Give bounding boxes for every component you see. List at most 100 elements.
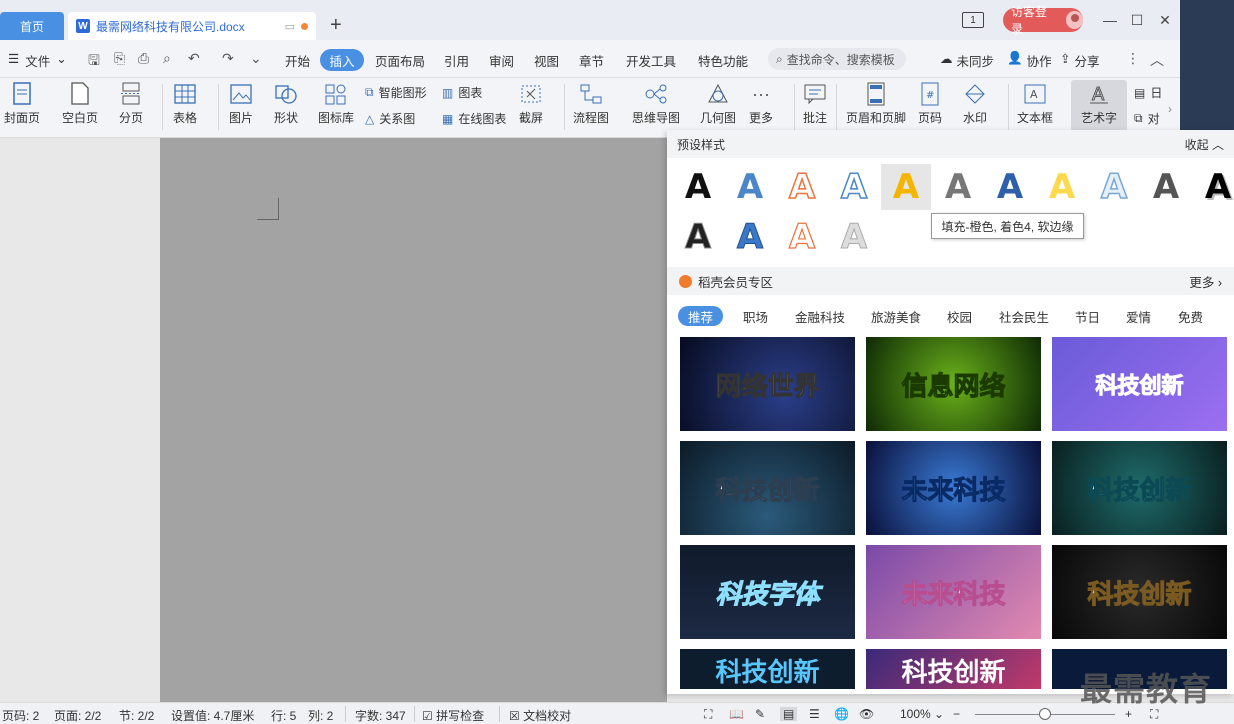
eye-protection-icon[interactable]: 👁	[859, 707, 874, 721]
geometry-button[interactable]: 几何图	[700, 82, 736, 126]
header-footer-button[interactable]: 页眉和页脚	[846, 82, 906, 126]
minimize-icon[interactable]: —	[1100, 10, 1120, 30]
category-recommend[interactable]: 推荐	[678, 306, 724, 326]
read-mode-icon[interactable]: 📖	[729, 707, 744, 721]
tab-insert[interactable]: 插入	[320, 49, 364, 71]
date-button[interactable]: ▤ 日	[1134, 84, 1162, 101]
category-society[interactable]: 社会民生	[999, 306, 1049, 326]
more-options-icon[interactable]: ⋮	[1126, 50, 1140, 67]
wordart-template-thumb[interactable]: 信息网络	[866, 337, 1041, 431]
wordart-style[interactable]: A	[1037, 164, 1087, 210]
status-column[interactable]: 列: 2	[308, 707, 333, 724]
wordart-style[interactable]: A	[985, 164, 1035, 210]
chart-button[interactable]: ▥ 图表	[442, 84, 482, 101]
wordart-style[interactable]: A	[725, 164, 775, 210]
wordart-template-thumb[interactable]: 未来科技	[866, 545, 1041, 639]
fullscreen-icon[interactable]: ⛶	[704, 707, 712, 722]
new-tab-plus-icon[interactable]: +	[330, 14, 342, 37]
smartart-button[interactable]: ⧉ 智能图形	[365, 84, 427, 101]
cover-page-button[interactable]: 封面页	[4, 82, 40, 126]
undo-icon[interactable]: ↶	[188, 50, 200, 67]
category-fintech[interactable]: 金融科技	[795, 306, 845, 326]
wordart-style[interactable]: A	[725, 214, 775, 260]
wordart-template-thumb[interactable]: 科技创新	[680, 649, 855, 689]
blank-page-button[interactable]: 空白页	[62, 82, 98, 126]
wordart-style[interactable]: A	[1089, 164, 1139, 210]
screenshot-button[interactable]: 截屏	[518, 82, 544, 126]
guest-login-button[interactable]: 访客登录	[1003, 5, 1083, 36]
category-campus[interactable]: 校园	[947, 306, 972, 326]
customize-toolbar-icon[interactable]: ⌄	[250, 50, 262, 67]
collapse-button[interactable]: 收起 ︿	[1185, 136, 1224, 153]
wordart-template-thumb[interactable]: 科技创新	[1052, 337, 1227, 431]
spell-check-button[interactable]: ☑ 拼写检查	[422, 707, 484, 724]
mindmap-button[interactable]: 思维导图	[632, 82, 680, 126]
tab-review[interactable]: 审阅	[489, 51, 514, 70]
tab-start[interactable]: 开始	[285, 51, 310, 70]
page-number-button[interactable]: # 页码	[917, 82, 943, 126]
wordart-style[interactable]: A	[829, 214, 879, 260]
doc-proof-button[interactable]: ☒ 文档校对	[509, 707, 571, 724]
watermark-button[interactable]: 水印	[962, 82, 988, 126]
close-icon[interactable]: ✕	[1155, 10, 1175, 30]
comment-button[interactable]: 批注	[802, 82, 828, 126]
category-love[interactable]: 爱情	[1126, 306, 1151, 326]
share-button[interactable]: ⇪ 分享	[1060, 51, 1100, 70]
online-chart-button[interactable]: ▦ 在线图表	[442, 110, 506, 127]
home-tab[interactable]: 首页	[0, 12, 64, 40]
more-button[interactable]: ··· 更多	[748, 82, 774, 126]
monitor-icon[interactable]: ▭	[285, 20, 295, 33]
wordart-style[interactable]: A	[777, 214, 827, 260]
wordart-template-thumb[interactable]: 网络世界	[680, 337, 855, 431]
wordart-template-thumb[interactable]: 科技字体	[680, 545, 855, 639]
tab-references[interactable]: 引用	[444, 51, 469, 70]
wordart-style[interactable]: A	[1193, 164, 1234, 210]
file-menu[interactable]: ☰ 文件 ⌄	[8, 51, 67, 70]
wordart-button[interactable]: A 艺术字	[1071, 80, 1127, 132]
wordart-style[interactable]: A	[933, 164, 983, 210]
picture-button[interactable]: 图片	[228, 82, 254, 126]
sync-status-button[interactable]: ☁ 未同步	[940, 51, 994, 70]
redo-icon[interactable]: ↷	[222, 50, 234, 67]
ribbon-scroll-right-icon[interactable]: ›	[1168, 102, 1172, 116]
more-link[interactable]: 更多 ›	[1189, 272, 1222, 291]
category-holiday[interactable]: 节日	[1075, 306, 1100, 326]
flowchart-button[interactable]: 流程图	[573, 82, 609, 126]
print-icon[interactable]: ⎙	[138, 50, 149, 67]
wordart-style[interactable]: A	[673, 164, 723, 210]
wordart-style[interactable]: A	[673, 214, 723, 260]
icon-library-button[interactable]: 图标库	[318, 82, 354, 126]
zoom-out-icon[interactable]: −	[953, 707, 960, 721]
collab-button[interactable]: 👤 协作	[1007, 51, 1052, 70]
format-painter-icon[interactable]: ⎘	[114, 50, 125, 67]
zoom-level[interactable]: 100% ⌄	[900, 707, 944, 721]
wordart-style[interactable]: A	[777, 164, 827, 210]
print-preview-icon[interactable]: ⌕	[163, 50, 171, 67]
status-section[interactable]: 节: 2/2	[119, 707, 154, 724]
maximize-icon[interactable]: ☐	[1127, 10, 1147, 30]
object-button[interactable]: ⧉ 对	[1134, 110, 1160, 127]
command-search-input[interactable]: ⌕ 查找命令、搜索模板	[768, 48, 906, 70]
category-workplace[interactable]: 职场	[743, 306, 768, 326]
wordart-template-thumb[interactable]: 未来科技	[866, 441, 1041, 535]
category-travel-food[interactable]: 旅游美食	[871, 306, 921, 326]
wordart-template-thumb[interactable]: 科技创新	[680, 441, 855, 535]
save-icon[interactable]: 🖫	[88, 50, 100, 74]
wordart-style-selected[interactable]: A	[881, 164, 931, 210]
collapse-ribbon-icon[interactable]: ︿	[1150, 50, 1164, 70]
tab-view[interactable]: 视图	[534, 51, 559, 70]
page-break-button[interactable]: 分页	[118, 82, 144, 126]
outline-view-icon[interactable]: ☰	[809, 707, 820, 721]
write-mode-icon[interactable]: ✎	[755, 707, 765, 721]
zoom-slider-handle[interactable]	[1039, 708, 1051, 720]
wordart-style[interactable]: A	[1141, 164, 1191, 210]
tab-page-layout[interactable]: 页面布局	[375, 51, 425, 70]
document-tab[interactable]: W 最需网络科技有限公司.docx ▭	[68, 12, 316, 40]
status-page-code[interactable]: 页码: 2	[2, 707, 39, 724]
table-button[interactable]: 表格	[172, 82, 198, 126]
page-badge[interactable]: 1	[962, 12, 984, 28]
status-setting-value[interactable]: 设置值: 4.7厘米	[171, 707, 254, 724]
wordart-template-thumb[interactable]: 科技创新	[1052, 545, 1227, 639]
tab-developer[interactable]: 开发工具	[626, 51, 676, 70]
status-row[interactable]: 行: 5	[271, 707, 296, 724]
